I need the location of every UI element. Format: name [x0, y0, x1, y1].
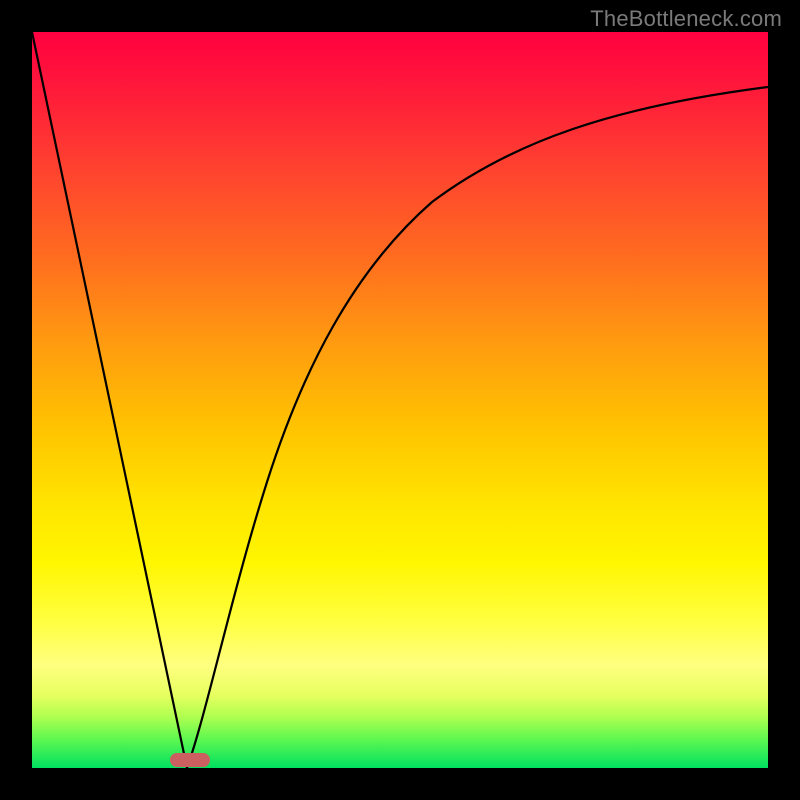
watermark-text: TheBottleneck.com	[590, 6, 782, 32]
plot-area	[32, 32, 768, 768]
chart-frame: TheBottleneck.com	[0, 0, 800, 800]
optimal-marker	[170, 753, 210, 767]
